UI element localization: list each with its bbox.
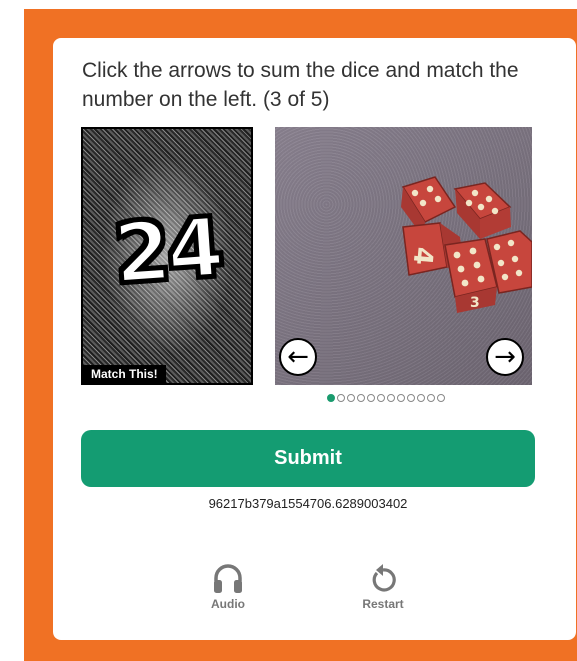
instruction-text: Click the arrows to sum the dice and mat… (82, 59, 519, 111)
position-indicator (327, 392, 445, 404)
position-dot (417, 394, 425, 402)
position-dot (347, 394, 355, 402)
position-dot (337, 394, 345, 402)
position-dot (407, 394, 415, 402)
position-dot (357, 394, 365, 402)
restart-label: Restart (362, 597, 404, 611)
match-this-label: Match This! (83, 365, 166, 383)
position-dot (327, 394, 335, 402)
position-dot (367, 394, 375, 402)
position-dot (397, 394, 405, 402)
challenge-card: Click the arrows to sum the dice and mat… (53, 38, 576, 640)
headphones-icon (193, 560, 263, 596)
svg-text:3: 3 (470, 295, 480, 311)
session-id: 96217b379a1554706.6289003402 (208, 496, 408, 511)
position-dot (377, 394, 385, 402)
die (453, 182, 512, 239)
previous-arrow-button[interactable]: ← (279, 338, 317, 376)
submit-button[interactable]: Submit (81, 430, 535, 487)
audio-label: Audio (211, 597, 245, 611)
restart-icon (348, 560, 418, 596)
position-dot (387, 394, 395, 402)
target-image: 24 Match This! (81, 127, 253, 385)
next-arrow-button[interactable]: → (486, 338, 524, 376)
position-dot (437, 394, 445, 402)
target-number: 24 (109, 198, 225, 304)
audio-button[interactable]: Audio (193, 560, 263, 611)
restart-button[interactable]: Restart (348, 560, 418, 611)
svg-text:4: 4 (407, 246, 438, 267)
dice-image: 4 3 ← → (275, 127, 532, 385)
position-dot (427, 394, 435, 402)
